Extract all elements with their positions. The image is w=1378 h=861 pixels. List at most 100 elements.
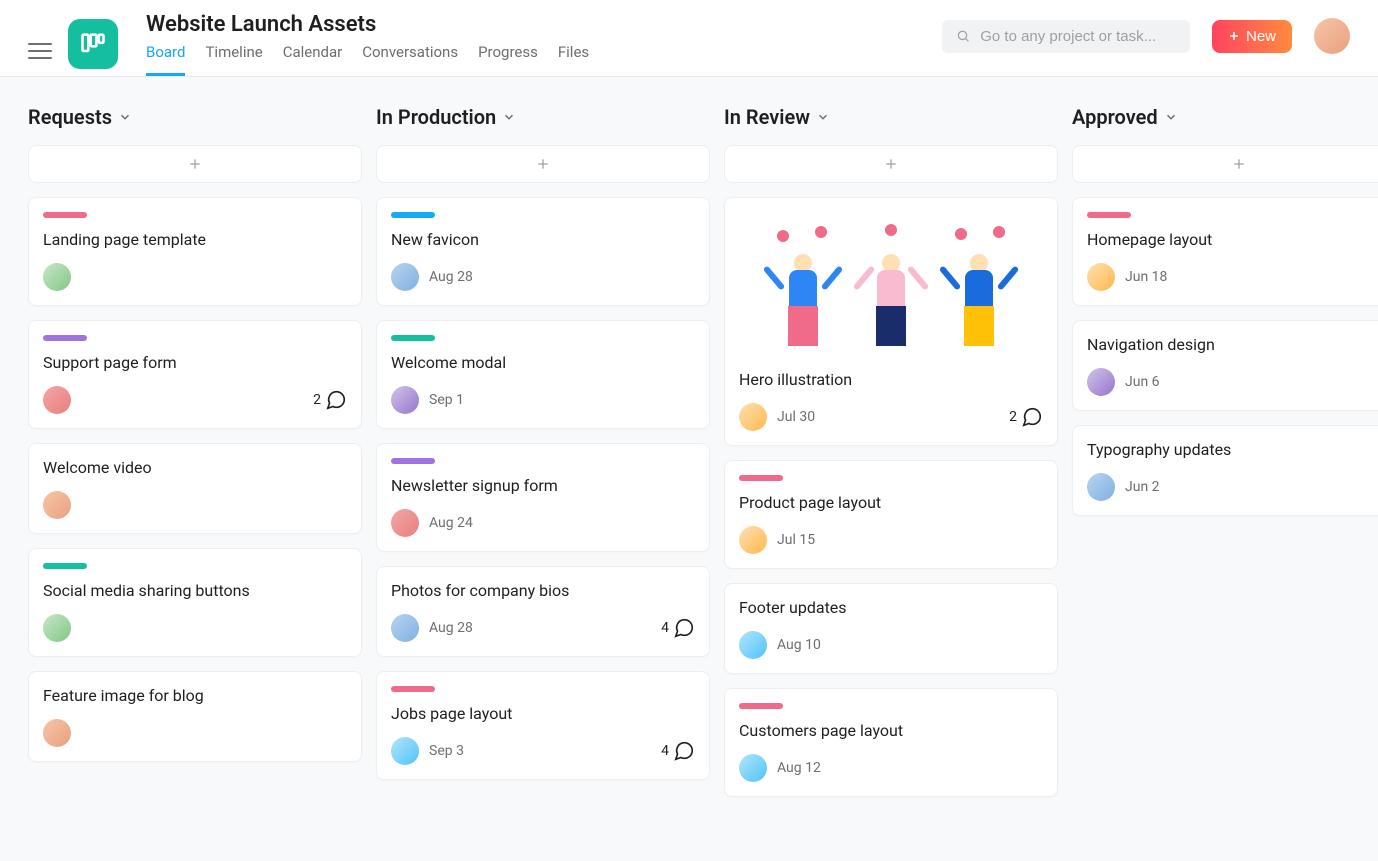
topbar-left: Website Launch Assets BoardTimelineCalen… <box>28 12 589 76</box>
column-header[interactable]: In Review <box>724 105 1058 129</box>
new-button[interactable]: New <box>1212 20 1292 53</box>
card-title: New favicon <box>391 230 695 249</box>
assignee-avatar[interactable] <box>391 509 419 537</box>
card-footer <box>43 263 347 291</box>
card-tag <box>43 563 87 569</box>
menu-icon[interactable] <box>28 39 52 63</box>
chevron-down-icon <box>502 110 516 124</box>
card[interactable]: Welcome modal Sep 1 <box>376 320 710 429</box>
tab-conversations[interactable]: Conversations <box>362 43 458 76</box>
assignee-avatar[interactable] <box>43 614 71 642</box>
assignee-avatar[interactable] <box>1087 473 1115 501</box>
assignee-avatar[interactable] <box>739 526 767 554</box>
card[interactable]: Product page layoutJul 15 <box>724 460 1058 569</box>
card-tag <box>391 686 435 692</box>
card[interactable]: New faviconAug 28 <box>376 197 710 306</box>
tab-board[interactable]: Board <box>146 43 185 76</box>
user-avatar[interactable] <box>1314 18 1350 54</box>
card-tag <box>739 475 783 481</box>
card[interactable]: Landing page template <box>28 197 362 306</box>
assignee-avatar[interactable] <box>391 386 419 414</box>
add-card-button[interactable] <box>724 145 1058 183</box>
assignee-avatar[interactable] <box>43 386 71 414</box>
plus-icon <box>883 156 899 172</box>
tab-progress[interactable]: Progress <box>478 43 538 76</box>
add-card-button[interactable] <box>376 145 710 183</box>
card-footer: 2 <box>43 386 347 414</box>
tab-files[interactable]: Files <box>558 43 589 76</box>
card-comments[interactable]: 4 <box>661 740 695 762</box>
assignee-avatar[interactable] <box>739 631 767 659</box>
card-footer: Jun 2 <box>1087 473 1378 501</box>
comment-icon <box>673 740 695 762</box>
tab-calendar[interactable]: Calendar <box>283 43 343 76</box>
card-title: Landing page template <box>43 230 347 249</box>
card[interactable]: Typography updatesJun 2 <box>1072 425 1378 516</box>
card-footer <box>43 614 347 642</box>
chevron-down-icon <box>816 110 830 124</box>
card[interactable]: Footer updatesAug 10 <box>724 583 1058 674</box>
card-date: Aug 24 <box>429 515 473 531</box>
card-footer: Jun 6 <box>1087 368 1378 396</box>
card-comments[interactable]: 2 <box>313 389 347 411</box>
card-title: Navigation design <box>1087 335 1378 354</box>
card[interactable]: Newsletter signup form Aug 24 <box>376 443 710 552</box>
assignee-avatar[interactable] <box>391 737 419 765</box>
card-title: Hero illustration <box>739 370 1043 389</box>
card[interactable]: Hero illustration Jul 30 2 <box>724 197 1058 446</box>
assignee-avatar[interactable] <box>43 263 71 291</box>
comment-icon <box>1021 406 1043 428</box>
board-icon <box>79 30 107 58</box>
card[interactable]: Feature image for blog <box>28 671 362 762</box>
search-input[interactable] <box>980 28 1176 45</box>
column-title: In Production <box>376 105 496 129</box>
add-card-button[interactable] <box>28 145 362 183</box>
assignee-avatar[interactable] <box>391 614 419 642</box>
tab-timeline[interactable]: Timeline <box>205 43 262 76</box>
card-tag <box>1087 212 1131 218</box>
topbar-right: New <box>942 12 1350 54</box>
card-title: Welcome modal <box>391 353 695 372</box>
card[interactable]: Customers page layoutAug 12 <box>724 688 1058 797</box>
column-title: Requests <box>28 105 112 129</box>
card-title: Feature image for blog <box>43 686 347 705</box>
card[interactable]: Social media sharing buttons <box>28 548 362 657</box>
assignee-avatar[interactable] <box>43 491 71 519</box>
card-title: Newsletter signup form <box>391 476 695 495</box>
assignee-avatar[interactable] <box>43 719 71 747</box>
card-footer: Aug 10 <box>739 631 1043 659</box>
project-icon[interactable] <box>68 19 118 69</box>
assignee-avatar[interactable] <box>391 263 419 291</box>
card-date: Aug 28 <box>429 620 473 636</box>
column-header[interactable]: Requests <box>28 105 362 129</box>
assignee-avatar[interactable] <box>739 754 767 782</box>
card-comments[interactable]: 2 <box>1009 406 1043 428</box>
card[interactable]: Jobs page layoutSep 34 <box>376 671 710 780</box>
card-date: Jun 18 <box>1125 269 1167 285</box>
add-card-button[interactable] <box>1072 145 1378 183</box>
plus-icon <box>535 156 551 172</box>
chevron-down-icon <box>118 110 132 124</box>
card[interactable]: Support page form2 <box>28 320 362 429</box>
card-title: Customers page layout <box>739 721 1043 740</box>
column: Requests Landing page template Support pag… <box>28 105 362 811</box>
card-comments[interactable]: 4 <box>661 617 695 639</box>
search-icon <box>956 28 970 44</box>
card-footer: Sep 1 <box>391 386 695 414</box>
tabs: Board Timeline Calendar Conversations Progre… <box>146 43 589 76</box>
card-date: Jul 30 <box>777 409 815 425</box>
card[interactable]: Navigation design Jun 6 <box>1072 320 1378 411</box>
card-date: Aug 10 <box>777 637 821 653</box>
assignee-avatar[interactable] <box>1087 263 1115 291</box>
column-header[interactable]: Approved <box>1072 105 1378 129</box>
search-box[interactable] <box>942 20 1190 53</box>
topbar: Website Launch Assets BoardTimelineCalen… <box>0 0 1378 77</box>
card-tag <box>43 212 87 218</box>
card[interactable]: Welcome video <box>28 443 362 534</box>
card[interactable]: Homepage layoutJun 18 <box>1072 197 1378 306</box>
column-header[interactable]: In Production <box>376 105 710 129</box>
assignee-avatar[interactable] <box>739 403 767 431</box>
assignee-avatar[interactable] <box>1087 368 1115 396</box>
card[interactable]: Photos for company biosAug 284 <box>376 566 710 657</box>
card-date: Sep 1 <box>429 392 464 408</box>
